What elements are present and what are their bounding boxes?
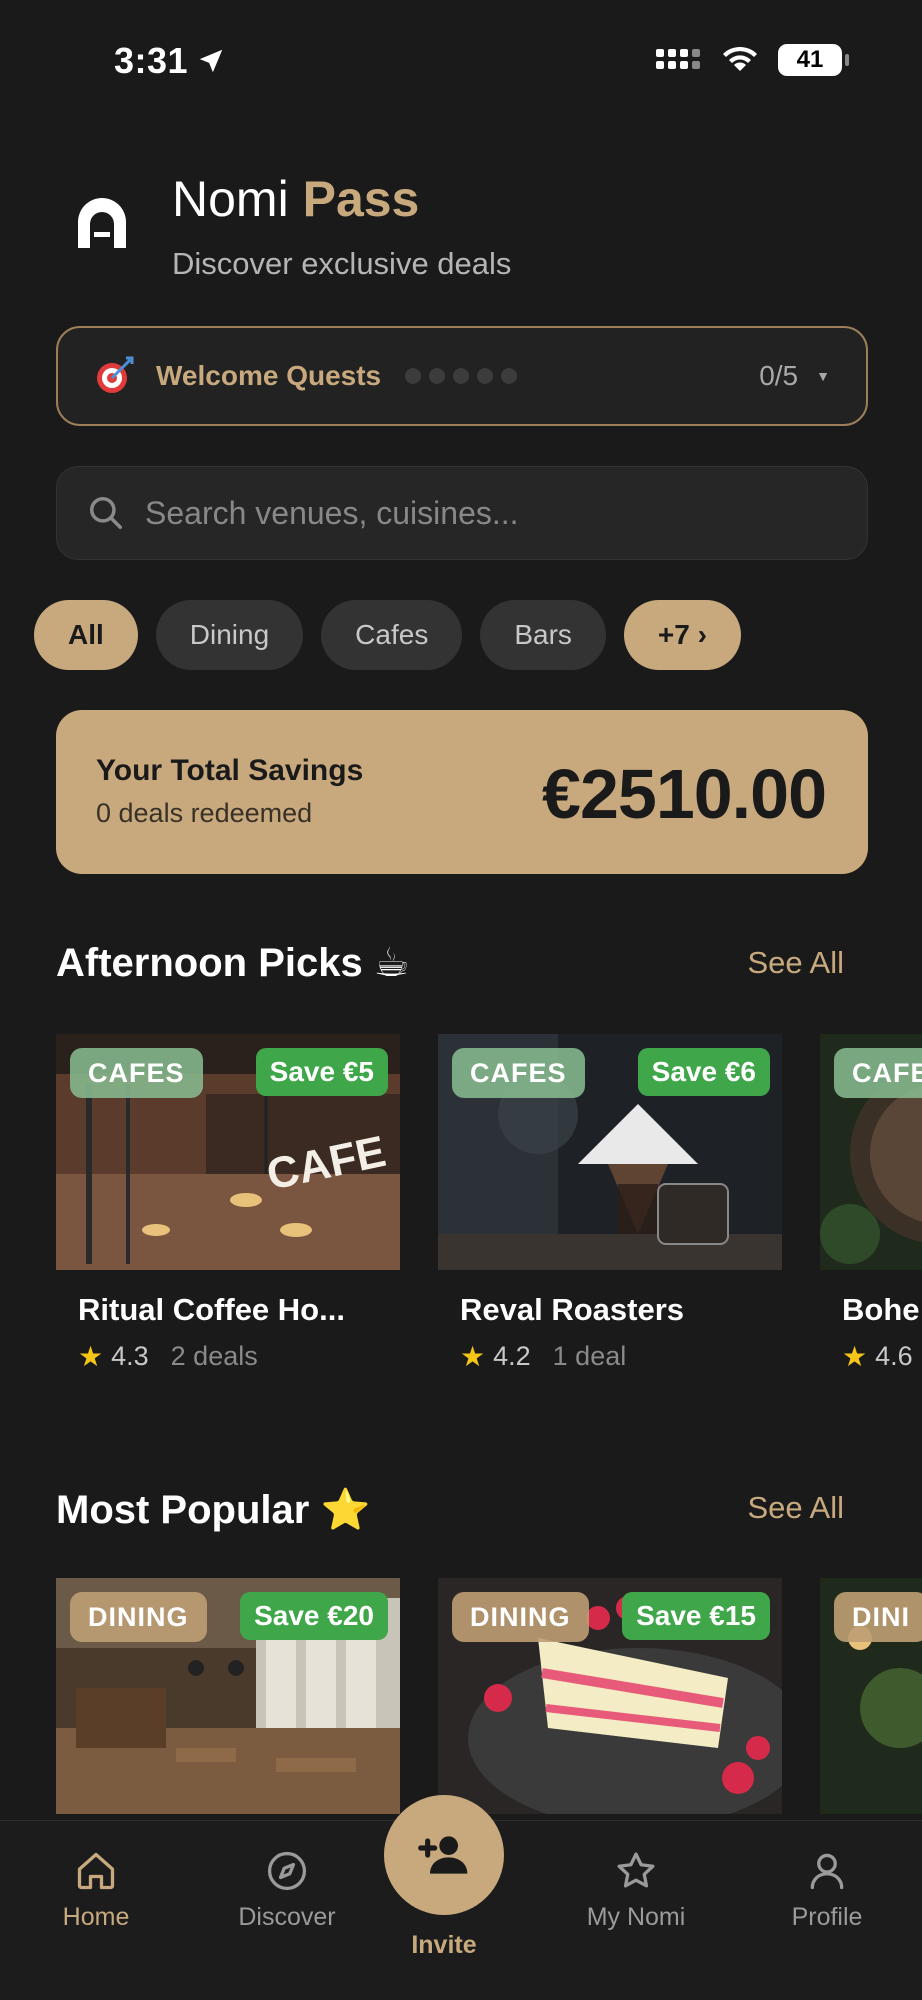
- star-icon: ★: [460, 1341, 486, 1372]
- popular-see-all-link[interactable]: See All: [747, 1490, 844, 1526]
- cellular-signal-icon: [656, 49, 700, 69]
- most-popular-title: Most Popular ⭐: [56, 1488, 371, 1532]
- quest-dot: [405, 368, 422, 384]
- user-icon: [810, 1853, 844, 1890]
- chip-more[interactable]: +7 ›: [623, 600, 741, 670]
- save-badge: Save €15: [622, 1592, 770, 1640]
- venue-photo: DINING Save €15: [438, 1578, 782, 1814]
- nav-invite-label[interactable]: Invite: [384, 1931, 504, 1960]
- page-subtitle: Discover exclusive deals: [172, 246, 512, 281]
- venue-photo: CAFES Save €6: [438, 1034, 782, 1270]
- save-badge: Save €5: [255, 1048, 388, 1096]
- welcome-quests-bar[interactable]: Welcome Quests 0/5 ▼: [56, 326, 868, 426]
- nav-my-nomi-label: My Nomi: [586, 1903, 686, 1931]
- status-indicators: 41: [656, 44, 849, 76]
- venue-deals-count: 1 deal: [552, 1341, 627, 1371]
- chip-cafes[interactable]: Cafes: [321, 600, 463, 670]
- page-title: Nomi Pass: [172, 171, 420, 227]
- venue-name: Reval Roasters: [460, 1292, 685, 1327]
- venue-rating: 4.2: [493, 1341, 531, 1371]
- venue-name: Bohe: [842, 1292, 920, 1327]
- dart-target-icon: [97, 356, 134, 393]
- category-badge: DINING: [452, 1592, 589, 1642]
- afternoon-see-all-link[interactable]: See All: [747, 945, 844, 981]
- save-badge: Save €6: [637, 1048, 770, 1096]
- venue-rating: 4.6: [875, 1341, 913, 1371]
- nav-profile[interactable]: Profile: [784, 1849, 870, 1932]
- venue-card[interactable]: CAFE Bohe ★ 4.6: [820, 1034, 922, 1373]
- venue-meta: ★ 4.3 2 deals: [78, 1340, 400, 1373]
- star-outline-icon: [617, 1852, 655, 1888]
- quest-dot: [477, 368, 494, 384]
- deals-redeemed-count: 0 deals redeemed: [96, 798, 313, 828]
- quests-progress-dots: [405, 368, 518, 384]
- save-badge: Save €20: [240, 1592, 388, 1640]
- chip-all[interactable]: All: [34, 600, 138, 670]
- category-filter-chips: All Dining Cafes Bars +7 ›: [34, 600, 741, 670]
- venue-deals-count: 2 deals: [170, 1341, 258, 1371]
- total-savings-card[interactable]: Your Total Savings 0 deals redeemed €251…: [56, 710, 868, 874]
- quest-dot: [501, 368, 518, 384]
- category-badge: CAFE: [834, 1048, 922, 1098]
- quests-label: Welcome Quests: [156, 360, 382, 391]
- nav-my-nomi[interactable]: My Nomi: [576, 1849, 696, 1932]
- battery-indicator: 41: [778, 44, 849, 76]
- add-user-icon: [418, 1836, 468, 1874]
- category-badge: DINI: [834, 1592, 922, 1642]
- status-time: 3:31: [114, 40, 226, 82]
- quest-dot: [453, 368, 470, 384]
- venue-photo: CAFE CAFES Save €5: [56, 1034, 400, 1270]
- category-badge: DINING: [70, 1592, 207, 1642]
- compass-icon: [267, 1851, 307, 1891]
- venue-card[interactable]: DINING Save €20: [56, 1578, 400, 1814]
- nomi-logo-icon: [70, 192, 134, 256]
- wifi-icon: [723, 46, 757, 71]
- chevron-down-icon: ▼: [816, 368, 830, 384]
- search-input[interactable]: [145, 494, 845, 532]
- bottom-nav-bar: Home Discover Invite My Nomi Profile: [0, 1795, 922, 2000]
- nav-discover[interactable]: Discover: [232, 1849, 342, 1932]
- star-icon: ★: [78, 1341, 104, 1372]
- search-icon: [90, 497, 122, 529]
- location-arrow-icon: [199, 49, 223, 73]
- venue-photo: DINI: [820, 1578, 922, 1814]
- venue-card[interactable]: DINING Save €15: [438, 1578, 782, 1814]
- venue-photo: CAFE: [820, 1034, 922, 1270]
- search-bar[interactable]: [56, 466, 868, 560]
- nav-discover-label: Discover: [238, 1903, 336, 1931]
- category-badge: CAFES: [452, 1048, 585, 1098]
- quests-progress-count: 0/5: [759, 360, 799, 391]
- category-badge: CAFES: [70, 1048, 203, 1098]
- venue-meta: ★ 4.2 1 deal: [460, 1340, 782, 1373]
- venue-name: Ritual Coffee Ho...: [78, 1292, 345, 1327]
- chip-dining[interactable]: Dining: [155, 600, 304, 670]
- afternoon-picks-title: Afternoon Picks ☕: [56, 941, 410, 985]
- venue-card[interactable]: CAFES Save €6 Reval Roasters ★ 4.2 1 dea…: [438, 1034, 782, 1373]
- nav-profile-label: Profile: [791, 1903, 863, 1931]
- home-icon: [77, 1852, 115, 1890]
- nav-home-label: Home: [62, 1903, 130, 1931]
- chip-bars[interactable]: Bars: [480, 600, 606, 670]
- star-icon: ★: [842, 1341, 868, 1372]
- venue-meta: ★ 4.6: [842, 1340, 922, 1373]
- savings-amount: €2510.00: [542, 755, 827, 833]
- nav-home[interactable]: Home: [58, 1849, 134, 1932]
- venue-rating: 4.3: [111, 1341, 149, 1371]
- venue-card[interactable]: CAFE CAFES Save €5 Ritual Coffee Ho... ★…: [56, 1034, 400, 1373]
- savings-label: Your Total Savings: [96, 754, 364, 787]
- quest-dot: [429, 368, 446, 384]
- venue-card[interactable]: DINI: [820, 1578, 922, 1814]
- invite-button[interactable]: [384, 1795, 504, 1915]
- venue-photo: DINING Save €20: [56, 1578, 400, 1814]
